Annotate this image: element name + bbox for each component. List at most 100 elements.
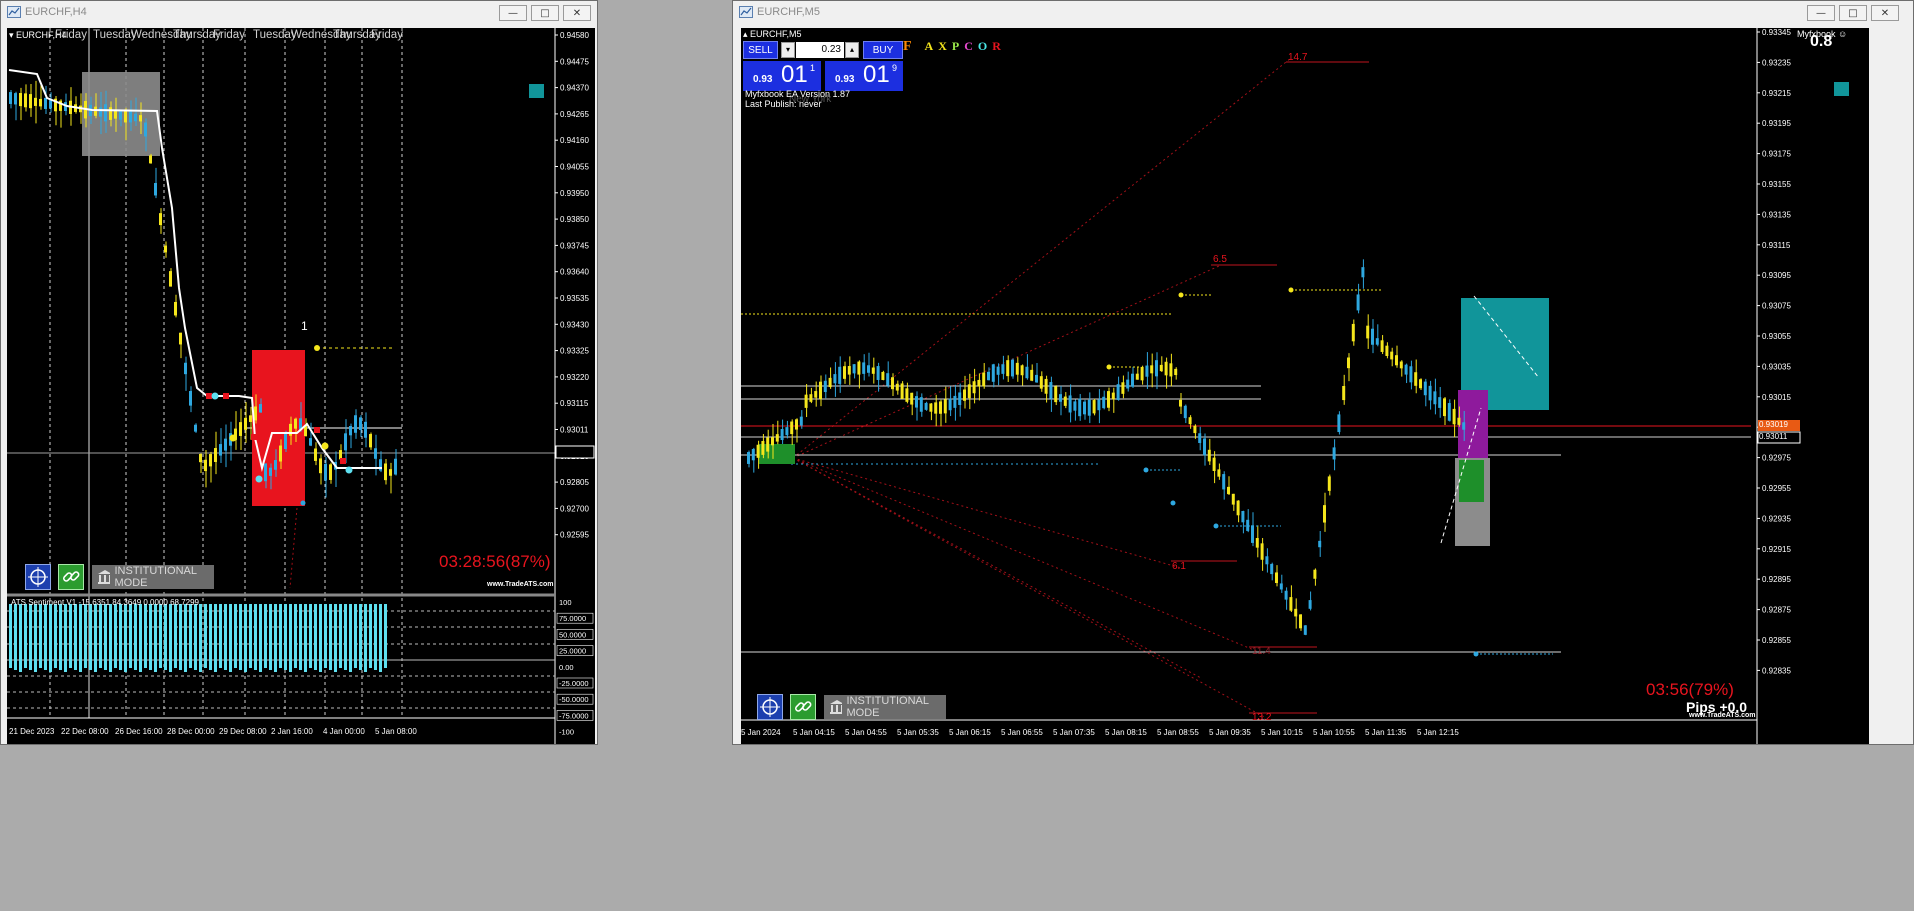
crosshair-button[interactable] — [25, 564, 51, 590]
price-label: 0.93850 — [560, 215, 589, 224]
bear-candle — [1275, 572, 1278, 584]
bear-candle — [804, 394, 808, 408]
crosshair-button[interactable] — [757, 694, 783, 720]
histogram-bar — [224, 604, 227, 670]
histogram-bar — [229, 604, 232, 672]
price-label: 0.92895 — [1762, 575, 1791, 584]
countdown-timer: 03:28:56(87%) — [439, 552, 551, 571]
bull-candle — [194, 424, 197, 432]
price-label: 0.92835 — [1762, 666, 1791, 675]
histogram-bar — [9, 604, 12, 668]
price-label: 0.93220 — [560, 373, 589, 382]
maximize-button[interactable]: □ — [531, 5, 559, 21]
bear-candle — [244, 417, 247, 430]
time-label: 5 Jan 06:15 — [949, 728, 991, 737]
current-price: 0.93011 — [1759, 432, 1788, 441]
bull-candle — [219, 444, 222, 456]
fib-level-lines — [1171, 61, 1369, 714]
price-label: 0.93745 — [560, 241, 589, 250]
maximize-button[interactable]: □ — [1839, 5, 1867, 21]
red-zone-box — [252, 350, 305, 506]
minimize-button[interactable]: — — [1807, 5, 1835, 21]
bear-candle — [977, 379, 981, 387]
buy-price-small: 0.93 — [835, 74, 855, 85]
sell-price-big: 01 — [781, 61, 808, 88]
bear-candle — [1313, 569, 1317, 579]
institutional-mode-button[interactable]: INSTITUTIONAL MODE — [92, 565, 214, 589]
histogram-bar — [274, 604, 277, 672]
histogram-bar — [309, 604, 312, 668]
minimize-button[interactable]: — — [499, 5, 527, 21]
lot-increase-button[interactable]: ▴ — [845, 42, 859, 58]
sell-price-box[interactable]: 0.93 01 1 — [743, 61, 821, 91]
bull-candle — [144, 122, 147, 137]
histogram-bar — [264, 604, 267, 668]
close-button[interactable]: ✕ — [563, 5, 591, 21]
histogram-bar — [169, 604, 172, 672]
histogram-bar — [159, 604, 162, 668]
bear-candle — [369, 434, 372, 448]
indicator-tick: 50.0000 — [559, 630, 586, 639]
histogram-bar — [294, 604, 297, 668]
bull-candle — [1332, 447, 1336, 460]
institutional-mode-button[interactable]: INSTITUTIONAL MODE — [824, 695, 946, 719]
bear-candle — [934, 402, 938, 414]
link-button[interactable] — [58, 564, 84, 590]
bull-candle — [1198, 433, 1202, 444]
bull-candle — [1068, 395, 1072, 413]
bull-candle — [1246, 519, 1250, 531]
histogram-bar — [209, 604, 212, 670]
axpcor-p: P — [951, 39, 965, 53]
price-label: 0.92935 — [1762, 514, 1791, 523]
close-button[interactable]: ✕ — [1871, 5, 1899, 21]
lot-decrease-button[interactable]: ▾ — [781, 42, 795, 58]
right-chart-area[interactable]: 0.93345 0.93235 0.93215 0.93195 0.93175 0.931… — [741, 28, 1869, 744]
bear-candle — [1107, 391, 1110, 408]
time-label: 5 Jan 05:35 — [897, 728, 939, 737]
bear-candle — [1174, 368, 1178, 376]
bull-candle — [1337, 414, 1341, 433]
right-price-axis: 0.93345 0.93235 0.93215 0.93195 0.93175 0.931… — [1757, 28, 1791, 675]
sentiment-histogram — [9, 604, 387, 672]
link-button[interactable] — [790, 694, 816, 720]
window-title: EURCHF,H4 — [25, 6, 87, 18]
bear-candle — [843, 366, 846, 379]
time-label: 26 Dec 16:00 — [115, 727, 163, 736]
buy-button[interactable]: BUY — [863, 41, 903, 59]
left-chart-area[interactable]: 0.94580 0.94475 0.94370 0.94265 0.94160 0.940… — [7, 28, 595, 744]
time-label: 5 Jan 10:55 — [1313, 728, 1355, 737]
histogram-bar — [359, 604, 362, 670]
axpcor-x: X — [938, 39, 952, 53]
bear-candle — [19, 93, 22, 107]
bear-candle — [761, 440, 765, 455]
bull-candle — [1222, 474, 1226, 490]
watermark: www.TradeATS.com — [1689, 712, 1756, 719]
histogram-bar — [59, 604, 62, 670]
buy-price-box[interactable]: 0.93 01 9 — [825, 61, 903, 91]
bear-candle — [1135, 373, 1139, 380]
bear-candle — [1327, 476, 1331, 491]
bear-candle — [1419, 379, 1422, 389]
green-zone — [759, 444, 795, 464]
axpcor-r: R — [992, 39, 1006, 53]
time-label: 5 Jan 08:00 — [375, 727, 417, 736]
bear-candle — [929, 403, 933, 412]
price-label: 0.93115 — [1762, 241, 1791, 250]
lot-input[interactable]: 0.23 — [796, 42, 844, 58]
histogram-bar — [119, 604, 122, 670]
price-label: 0.94475 — [560, 57, 589, 66]
bull-candle — [924, 402, 928, 410]
histogram-bar — [69, 604, 72, 668]
price-label: 0.93640 — [560, 268, 589, 277]
histogram-bar — [219, 604, 222, 668]
histogram-bar — [134, 604, 137, 670]
bear-candle — [871, 367, 875, 374]
price-label: 0.93195 — [1762, 119, 1791, 128]
bull-candle — [269, 467, 272, 476]
bear-candle — [239, 422, 242, 436]
link-icon — [794, 701, 812, 712]
bull-candle — [886, 373, 890, 386]
chart-window-icon — [739, 6, 753, 18]
bull-candle — [1423, 381, 1427, 396]
sell-button[interactable]: SELL — [743, 41, 778, 59]
